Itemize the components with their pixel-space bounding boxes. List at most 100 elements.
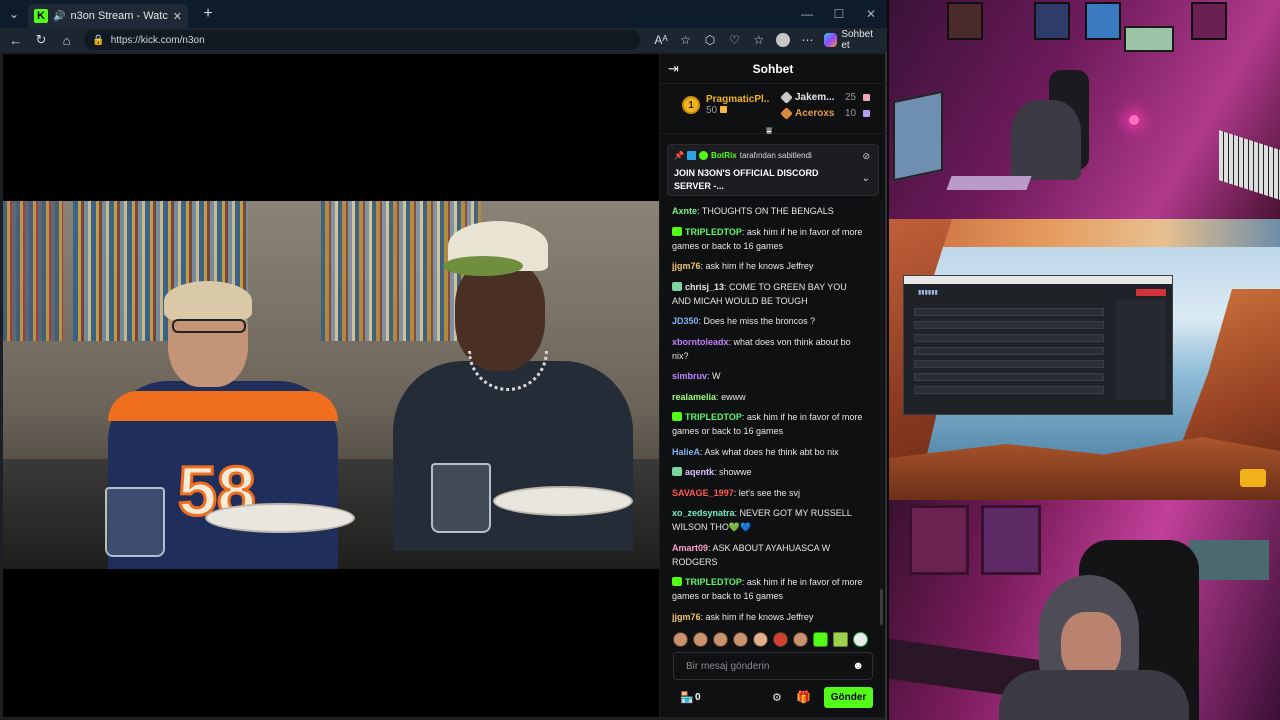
chat-message: TRIPLEDTOP: ask him if he in favor of mo… bbox=[672, 225, 866, 253]
new-tab-icon[interactable]: + bbox=[196, 2, 220, 26]
chevron-down-icon[interactable]: ⌄ bbox=[862, 173, 870, 184]
chat-username[interactable]: chrisj_13 bbox=[685, 282, 724, 292]
leader-third[interactable]: Aceroxs 10 bbox=[780, 107, 871, 120]
home-icon[interactable]: ⌂ bbox=[55, 29, 78, 51]
copilot-label: Sohbet et bbox=[841, 29, 874, 51]
chat-input-box[interactable]: ☻ bbox=[673, 652, 873, 680]
chat-username[interactable]: jjgm76 bbox=[672, 612, 701, 622]
chat-username[interactable]: Axnte bbox=[672, 206, 697, 216]
chat-message: realamelia: ewww bbox=[672, 390, 866, 404]
emote-icon[interactable] bbox=[833, 632, 848, 647]
chat-username[interactable]: SAVAGE_1997 bbox=[672, 488, 734, 498]
chat-message: xo_zedsynatra: NEVER GOT MY RUSSELL WILS… bbox=[672, 506, 866, 534]
refresh-icon[interactable]: ↻ bbox=[29, 29, 52, 51]
gift-icon[interactable]: 🎁 bbox=[796, 690, 811, 704]
sound-icon[interactable]: 🔊 bbox=[53, 11, 65, 22]
collapse-chat-icon[interactable]: ⇥ bbox=[668, 61, 679, 77]
chat-message: simbruv: W bbox=[672, 369, 866, 383]
wall-poster bbox=[1034, 2, 1070, 40]
send-button[interactable]: Gönder bbox=[824, 687, 873, 708]
chat-username[interactable]: jjgm76 bbox=[672, 261, 701, 271]
pin-icon: 📌 bbox=[674, 151, 684, 160]
chat-username[interactable]: aqentk bbox=[685, 467, 714, 477]
desk-monitor bbox=[893, 90, 943, 182]
hide-pinned-icon[interactable]: ⊘ bbox=[862, 151, 870, 162]
chat-scrollbar[interactable] bbox=[880, 200, 883, 626]
plate bbox=[493, 486, 633, 516]
app-row bbox=[914, 321, 1104, 329]
chat-scrollbar-thumb[interactable] bbox=[880, 589, 883, 625]
emote-icon[interactable] bbox=[713, 632, 728, 647]
pinned-author[interactable]: BotRix bbox=[711, 151, 737, 160]
store-icon[interactable]: 🏪 bbox=[680, 691, 694, 704]
emote-icon[interactable] bbox=[673, 632, 688, 647]
tab-actions-menu-icon[interactable]: ⌄ bbox=[0, 0, 28, 28]
leader-second[interactable]: Jakem... 25 bbox=[780, 91, 871, 104]
leader-first[interactable]: 1 PragmaticPl... 50 bbox=[682, 94, 770, 116]
back-icon[interactable]: ← bbox=[4, 29, 27, 51]
chat-username[interactable]: realamelia bbox=[672, 392, 716, 402]
lock-icon[interactable]: 🔒 bbox=[92, 35, 104, 46]
chat-text: ewww bbox=[721, 391, 746, 402]
emote-icon[interactable] bbox=[733, 632, 748, 647]
glass bbox=[105, 487, 165, 557]
bronze-rank-icon bbox=[780, 107, 793, 120]
maximize-icon[interactable]: ☐ bbox=[823, 0, 855, 28]
tab-title: n3on Stream - Watch Live on Kick bbox=[70, 10, 168, 22]
chat-username[interactable]: JD350 bbox=[672, 316, 699, 326]
emote-icon[interactable] bbox=[813, 632, 828, 647]
chat-username[interactable]: xo_zedsynatra bbox=[672, 508, 735, 518]
chat-messages[interactable]: Axnte: THOUGHTS ON THE BENGALS TRIPLEDTOP… bbox=[660, 200, 878, 626]
chat-input[interactable] bbox=[686, 660, 853, 672]
browser-tab[interactable]: K 🔊 n3on Stream - Watch Live on Kick ✕ bbox=[28, 4, 188, 28]
gift-icon bbox=[863, 110, 871, 117]
favorite-icon[interactable]: ☆ bbox=[673, 29, 697, 51]
toolbar-actions: Aᴬ ☆ ⬡ ♡ ☆ ⋯ Sohbet et bbox=[649, 29, 883, 51]
settings-icon[interactable]: ⚙ bbox=[772, 691, 782, 704]
emoji-icon[interactable]: ☻ bbox=[852, 660, 864, 672]
chat-panel: ⇥ Sohbet 1 PragmaticPl... 50 Jakem... 25… bbox=[659, 54, 886, 717]
close-window-icon[interactable]: ✕ bbox=[855, 0, 887, 28]
app-row bbox=[914, 373, 1104, 381]
chat-username[interactable]: Amart09 bbox=[672, 543, 708, 553]
leader-name: Jakem... bbox=[795, 92, 835, 103]
chat-username[interactable]: simbruv bbox=[672, 371, 707, 381]
browser-essentials-icon[interactable]: ♡ bbox=[722, 29, 746, 51]
profile-icon[interactable] bbox=[771, 29, 795, 51]
more-icon[interactable]: ⋯ bbox=[795, 29, 819, 51]
folder-icon bbox=[1240, 469, 1266, 487]
chat-username[interactable]: xborntoleadx bbox=[672, 337, 729, 347]
pinned-text: JOIN N3ON'S OFFICIAL DISCORD SERVER -... bbox=[674, 168, 819, 191]
chat-username[interactable]: TRIPLEDTOP bbox=[685, 412, 742, 422]
emote-icon[interactable] bbox=[793, 632, 808, 647]
desktop-capture: ▮▮▮▮▮▮ bbox=[889, 219, 1280, 500]
pinned-message[interactable]: 📌 BotRix tarafından sabitlendi ⊘ JOIN N3… bbox=[667, 144, 879, 196]
bot-badge-icon bbox=[686, 151, 696, 160]
collections-icon[interactable]: ☆ bbox=[747, 29, 771, 51]
wall-poster bbox=[947, 2, 983, 40]
url-field[interactable]: 🔒 https://kick.com/n3on bbox=[84, 30, 641, 50]
hair bbox=[164, 281, 252, 321]
read-aloud-icon[interactable]: Aᴬ bbox=[649, 29, 673, 51]
emote-icon[interactable] bbox=[693, 632, 708, 647]
chat-text: THOUGHTS ON THE BENGALS bbox=[701, 206, 834, 216]
copilot-button[interactable]: Sohbet et bbox=[823, 29, 883, 51]
url-text[interactable]: https://kick.com/n3on bbox=[111, 35, 205, 46]
webcam-face-view bbox=[889, 500, 1280, 720]
subscriber-badge-icon bbox=[672, 226, 682, 236]
minimize-icon[interactable]: — bbox=[791, 0, 823, 28]
extensions-icon[interactable]: ⬡ bbox=[698, 29, 722, 51]
emote-icon[interactable] bbox=[753, 632, 768, 647]
chat-username[interactable]: HalieA bbox=[672, 447, 700, 457]
emote-icon[interactable] bbox=[773, 632, 788, 647]
wall-art bbox=[3, 201, 63, 341]
filter-icon[interactable]: ⩸ bbox=[766, 126, 772, 137]
video-player[interactable]: 58 bbox=[3, 54, 659, 717]
chat-username[interactable]: TRIPLEDTOP bbox=[685, 577, 742, 587]
stream-overlay-panels: ▮▮▮▮▮▮ bbox=[889, 0, 1280, 720]
video-frame[interactable]: 58 bbox=[3, 201, 659, 569]
chat-username[interactable]: TRIPLEDTOP bbox=[685, 227, 742, 237]
emote-icon[interactable] bbox=[853, 632, 868, 647]
subscriber-badge-icon bbox=[672, 577, 682, 586]
close-tab-icon[interactable]: ✕ bbox=[173, 10, 182, 23]
